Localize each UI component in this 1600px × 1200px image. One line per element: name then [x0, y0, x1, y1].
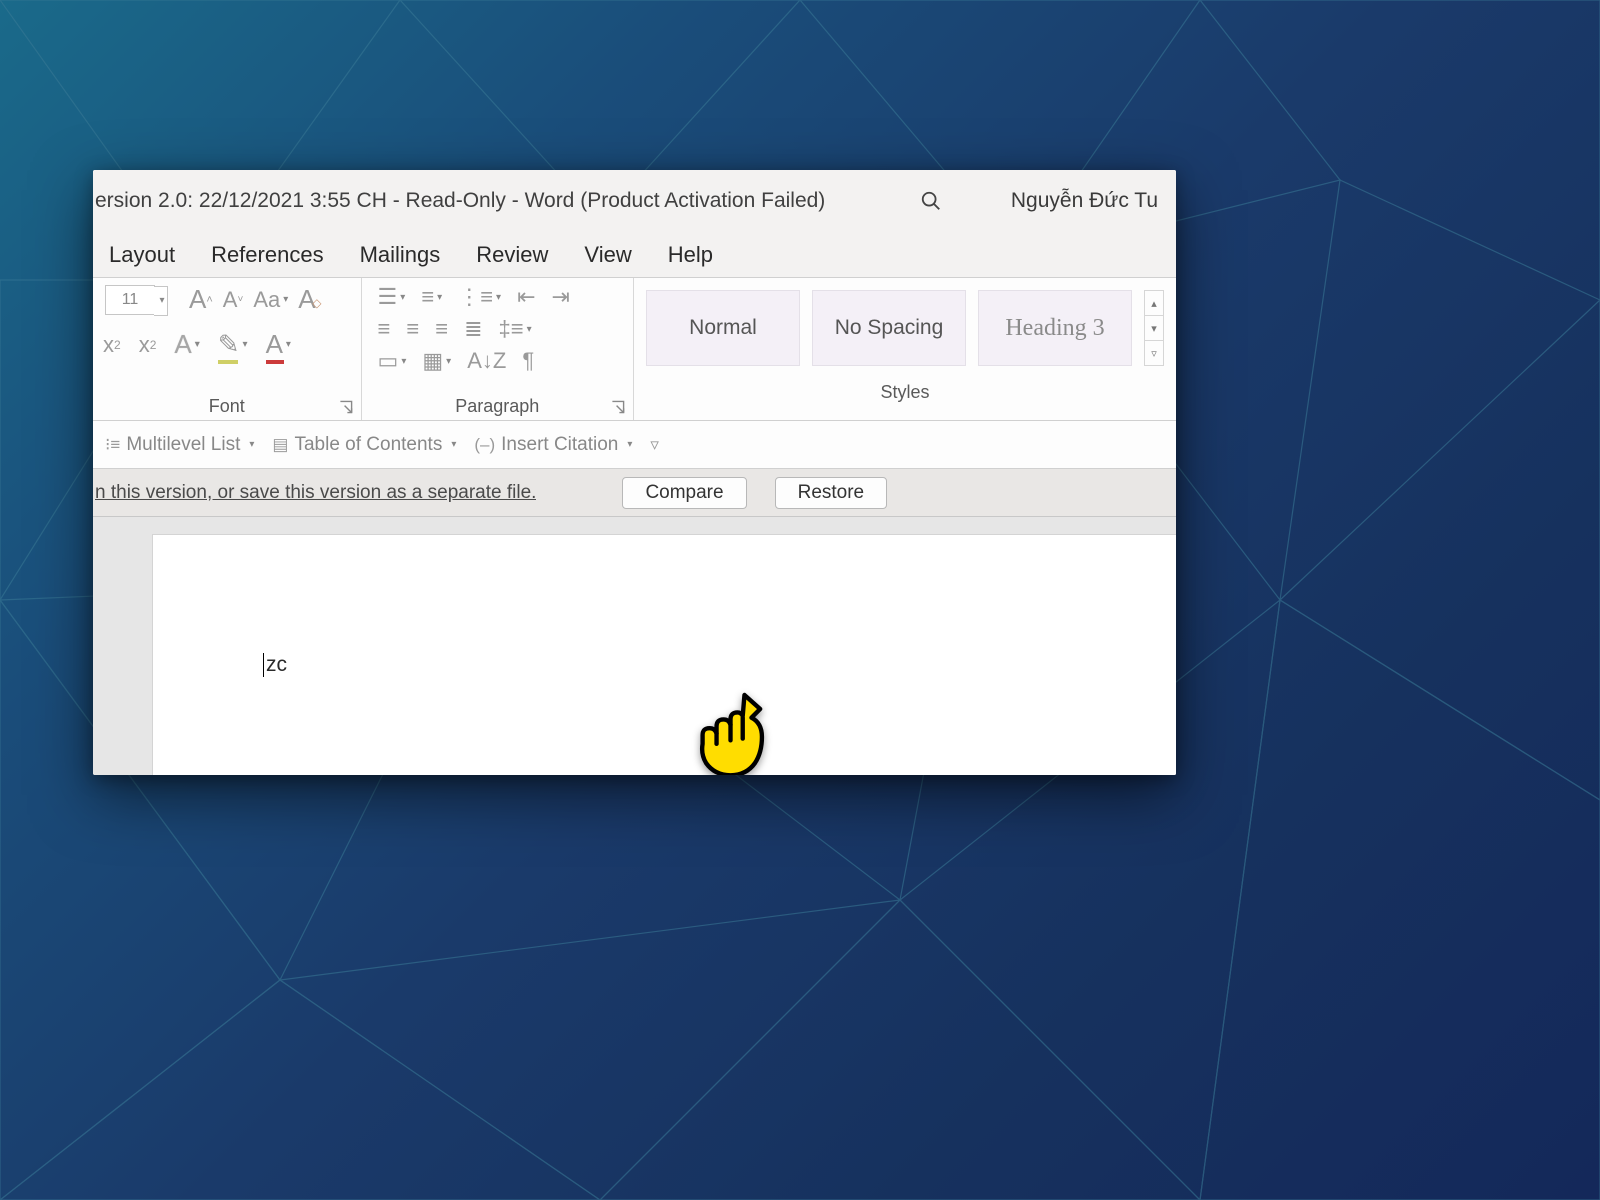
compare-button[interactable]: Compare — [622, 477, 746, 509]
styles-gallery-scroll: ▴ ▾ ▿ — [1144, 290, 1164, 366]
tab-review[interactable]: Review — [476, 242, 548, 268]
font-dialog-launcher-icon[interactable] — [339, 400, 353, 414]
highlight-button[interactable]: ✎▾ — [218, 329, 248, 360]
subscript-icon[interactable]: x2 — [103, 332, 121, 358]
qat-customize[interactable]: ▿ — [650, 435, 659, 455]
superscript-icon[interactable]: x2 — [139, 332, 157, 358]
qat-insert-citation[interactable]: (–) Insert Citation▾ — [474, 434, 632, 456]
increase-indent-icon[interactable]: ⇥ — [552, 284, 570, 310]
group-label-styles: Styles — [646, 378, 1164, 406]
align-right-icon[interactable]: ≡ — [435, 316, 448, 342]
group-styles: Normal No Spacing Heading 3 ▴ ▾ ▿ Styles — [634, 278, 1176, 420]
multilevel-button[interactable]: ⋮≡▾ — [458, 284, 501, 310]
font-color-button[interactable]: A▾ — [266, 329, 291, 360]
font-size-input[interactable]: 11 ▾ — [105, 285, 155, 315]
tab-references[interactable]: References — [211, 242, 324, 268]
user-name[interactable]: Nguyễn Đức Tu — [1011, 189, 1158, 213]
toc-icon: ▤ — [272, 435, 288, 455]
message-bar-text[interactable]: n this version, or save this version as … — [95, 482, 536, 504]
group-label-paragraph: Paragraph — [362, 392, 633, 420]
gallery-up-icon[interactable]: ▴ — [1145, 291, 1163, 316]
qat-table-of-contents[interactable]: ▤ Table of Contents▾ — [272, 434, 456, 456]
multilevel-list-icon: ⁝≡ — [105, 435, 120, 455]
shrink-font-icon[interactable]: A˅ — [223, 287, 244, 313]
sort-icon[interactable]: A↓Z — [467, 348, 506, 374]
group-paragraph: ☰▾ ≡▾ ⋮≡▾ ⇤ ⇥ ≡ ≡ ≡ ≣ ‡≡▾ ▭▾ — [362, 278, 634, 420]
grow-font-icon[interactable]: A˄ — [189, 284, 213, 315]
window-title: ersion 2.0: 22/12/2021 3:55 CH - Read-On… — [95, 189, 825, 213]
bullets-button[interactable]: ☰▾ — [378, 284, 406, 310]
font-size-dropdown[interactable]: ▾ — [154, 286, 168, 316]
tab-layout[interactable]: Layout — [109, 242, 175, 268]
text-effects-button[interactable]: A▾ — [174, 329, 199, 360]
paragraph-dialog-launcher-icon[interactable] — [611, 400, 625, 414]
style-heading-3[interactable]: Heading 3 — [978, 290, 1132, 366]
document-content: zc — [263, 653, 287, 676]
gallery-more-icon[interactable]: ▿ — [1145, 341, 1163, 365]
tab-help[interactable]: Help — [668, 242, 713, 268]
ribbon-tabs: Layout References Mailings Review View H… — [93, 232, 1176, 277]
clear-formatting-icon[interactable]: A◇ — [298, 284, 315, 315]
page[interactable]: zc — [153, 535, 1176, 775]
ribbon: 11 ▾ A˄ A˅ Aa▾ A◇ x2 x2 A▾ — [93, 277, 1176, 421]
message-bar: n this version, or save this version as … — [93, 469, 1176, 517]
numbering-button[interactable]: ≡▾ — [421, 284, 442, 310]
group-label-font: Font — [93, 392, 361, 420]
document-area[interactable]: zc — [93, 517, 1176, 775]
shading-button[interactable]: ▭▾ — [378, 348, 407, 374]
group-font: 11 ▾ A˄ A˅ Aa▾ A◇ x2 x2 A▾ — [93, 278, 362, 420]
align-center-icon[interactable]: ≡ — [406, 316, 419, 342]
tab-mailings[interactable]: Mailings — [360, 242, 441, 268]
justify-icon[interactable]: ≣ — [464, 316, 482, 342]
decrease-indent-icon[interactable]: ⇤ — [517, 284, 535, 310]
show-marks-icon[interactable]: ¶ — [522, 348, 534, 374]
customize-qat-icon: ▿ — [650, 435, 659, 455]
search-button[interactable] — [911, 181, 951, 221]
word-window: ersion 2.0: 22/12/2021 3:55 CH - Read-On… — [93, 170, 1176, 775]
citation-icon: (–) — [474, 435, 495, 455]
align-left-icon[interactable]: ≡ — [378, 316, 391, 342]
style-normal[interactable]: Normal — [646, 290, 800, 366]
gallery-down-icon[interactable]: ▾ — [1145, 316, 1163, 341]
style-no-spacing[interactable]: No Spacing — [812, 290, 966, 366]
search-icon — [920, 190, 942, 212]
quick-access-bar: ⁝≡ Multilevel List▾ ▤ Table of Contents▾… — [93, 421, 1176, 469]
qat-multilevel-list[interactable]: ⁝≡ Multilevel List▾ — [105, 434, 254, 456]
borders-button[interactable]: ▦▾ — [422, 348, 451, 374]
restore-button[interactable]: Restore — [775, 477, 888, 509]
line-spacing-button[interactable]: ‡≡▾ — [499, 316, 532, 342]
tab-view[interactable]: View — [584, 242, 631, 268]
title-bar: ersion 2.0: 22/12/2021 3:55 CH - Read-On… — [93, 170, 1176, 232]
change-case-button[interactable]: Aa▾ — [253, 287, 288, 313]
